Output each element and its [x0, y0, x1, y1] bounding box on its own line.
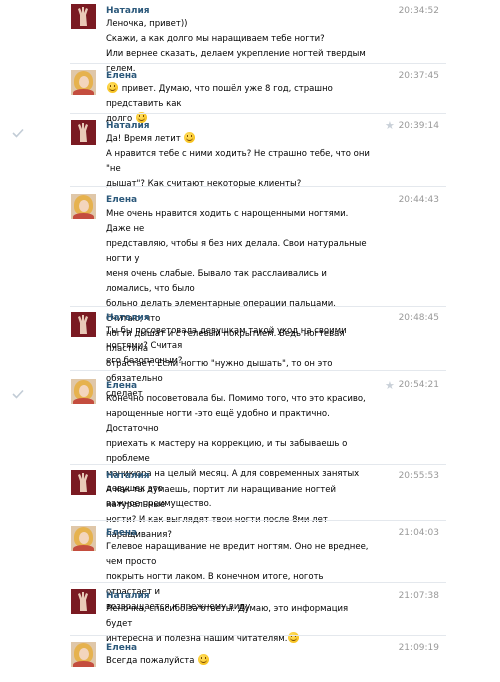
- message-time: 20:39:14: [398, 121, 439, 131]
- author-name[interactable]: Наталия: [106, 121, 150, 131]
- message-item: Елена 21:04:03 Гелевое наращивание не вр…: [0, 521, 500, 612]
- message-time: 20:37:45: [398, 71, 439, 81]
- read-check-icon: [12, 128, 24, 138]
- avatar[interactable]: [71, 70, 96, 95]
- author-name[interactable]: Наталия: [106, 6, 150, 16]
- message-item: Наталия 20:55:53 А как ты думаешь, порти…: [0, 465, 500, 540]
- message-text: Да! Время летит А нравится тебе с ними х…: [106, 132, 370, 189]
- message-item: Елена 21:09:19 Всегда пожалуйста: [0, 636, 500, 682]
- author-name[interactable]: Елена: [106, 528, 137, 538]
- read-check-icon: [12, 389, 24, 399]
- message-item: Наталия 21:07:38 Леночка, спасибо за отв…: [0, 583, 500, 644]
- avatar[interactable]: [71, 120, 96, 145]
- smile-emoji-icon: [107, 82, 118, 93]
- message-text: Всегда пожалуйста: [106, 654, 370, 669]
- message-item: Елена 20:37:45 привет. Думаю, что пошёл …: [0, 64, 500, 124]
- message-item: Елена 20:44:43 Мне очень нравится ходить…: [0, 187, 500, 399]
- message-time: 20:54:21: [398, 380, 439, 390]
- message-time: 21:07:38: [398, 591, 439, 601]
- avatar[interactable]: [71, 589, 96, 614]
- hand-avatar-icon: [78, 123, 88, 142]
- message-item: Наталия 20:48:45 Ты бы посоветовала деву…: [0, 307, 500, 369]
- message-item: Елена ★ 20:54:21 Конечно посоветовала бы…: [0, 371, 500, 509]
- avatar[interactable]: [71, 526, 96, 551]
- message-time: 20:44:43: [398, 195, 439, 205]
- message-item: Наталия 20:34:52 Леночка, привет)) Скажи…: [0, 0, 500, 74]
- smile-emoji-icon: [198, 654, 210, 665]
- avatar[interactable]: [71, 379, 96, 404]
- author-name[interactable]: Елена: [106, 195, 137, 205]
- author-name[interactable]: Наталия: [106, 591, 150, 601]
- avatar[interactable]: [71, 312, 96, 337]
- avatar[interactable]: [71, 470, 96, 495]
- author-name[interactable]: Наталия: [106, 313, 150, 323]
- avatar[interactable]: [71, 642, 96, 667]
- message-time: 20:48:45: [398, 313, 439, 323]
- message-time: 21:09:19: [398, 643, 439, 653]
- message-text: Ты бы посоветовала девушкам такой уход н…: [106, 326, 347, 366]
- author-name[interactable]: Наталия: [106, 471, 150, 481]
- message-item: Наталия ★ 20:39:14 Да! Время летит А нра…: [0, 114, 500, 189]
- hand-avatar-icon: [78, 473, 88, 492]
- avatar[interactable]: [71, 194, 96, 219]
- smile-emoji-icon: [184, 132, 196, 143]
- star-icon[interactable]: ★: [385, 119, 395, 132]
- star-icon[interactable]: ★: [385, 379, 395, 392]
- hand-avatar-icon: [78, 592, 88, 611]
- author-name[interactable]: Елена: [106, 71, 137, 81]
- message-time: 20:55:53: [398, 471, 439, 481]
- author-name[interactable]: Елена: [106, 381, 137, 391]
- hand-avatar-icon: [78, 7, 88, 26]
- author-name[interactable]: Елена: [106, 643, 137, 653]
- message-time: 20:34:52: [398, 6, 439, 16]
- message-time: 21:04:03: [398, 528, 439, 538]
- avatar[interactable]: [71, 4, 96, 29]
- hand-avatar-icon: [78, 315, 88, 334]
